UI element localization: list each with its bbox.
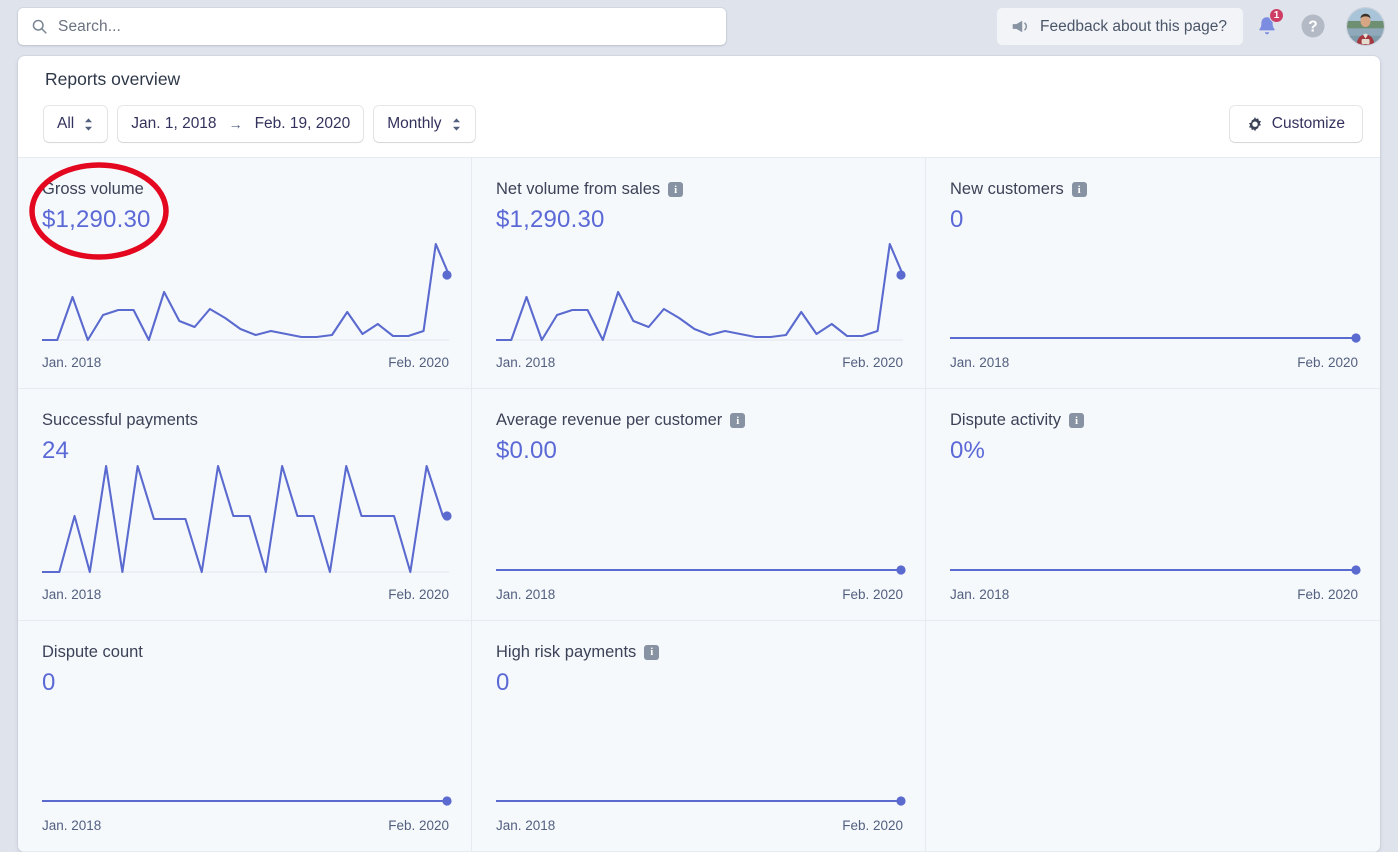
metric-card-high-risk-payments[interactable]: High risk payments i 0 Jan. 2018 Feb. 20… bbox=[472, 620, 926, 852]
date-range-picker[interactable]: Jan. 1, 2018 → Feb. 19, 2020 bbox=[118, 106, 364, 142]
sparkline-high-risk-payments bbox=[496, 685, 906, 806]
metric-header: High risk payments i bbox=[496, 643, 903, 662]
account-filter-select[interactable]: All bbox=[44, 106, 108, 142]
feedback-button[interactable]: Feedback about this page? bbox=[997, 8, 1243, 45]
feedback-label: Feedback about this page? bbox=[1040, 17, 1227, 35]
metric-label: High risk payments bbox=[496, 642, 637, 661]
axis-end-label: Feb. 2020 bbox=[388, 355, 449, 371]
interval-select[interactable]: Monthly bbox=[374, 106, 475, 142]
sparkline-gross-volume bbox=[42, 222, 452, 342]
sparkline-dispute-count bbox=[42, 685, 452, 806]
metric-label: New customers bbox=[950, 180, 1064, 198]
metric-header: Dispute count bbox=[42, 643, 449, 662]
megaphone-icon bbox=[1012, 20, 1027, 33]
date-range-end: Feb. 19, 2020 bbox=[254, 115, 351, 132]
gear-icon bbox=[1248, 117, 1261, 132]
sparkline-average-revenue-per-customer bbox=[496, 454, 906, 575]
search-icon bbox=[32, 19, 47, 34]
sparkline-axis: Jan. 2018 Feb. 2020 bbox=[950, 355, 1358, 370]
sparkline-successful-payments bbox=[42, 454, 452, 574]
metric-label: Average revenue per customer bbox=[496, 411, 723, 430]
axis-end-label: Feb. 2020 bbox=[1297, 586, 1358, 602]
metric-card-empty-slot bbox=[926, 620, 1380, 852]
date-range-start: Jan. 1, 2018 bbox=[131, 115, 217, 132]
metric-label: Dispute count bbox=[42, 642, 143, 661]
axis-end-label: Feb. 2020 bbox=[842, 355, 903, 371]
axis-end-label: Feb. 2020 bbox=[842, 817, 903, 833]
page-title: Reports overview bbox=[45, 69, 181, 89]
metric-card-dispute-count[interactable]: Dispute count 0 Jan. 2018 Feb. 2020 bbox=[18, 620, 472, 852]
axis-start-label: Jan. 2018 bbox=[42, 355, 102, 371]
sparkline-axis: Jan. 2018 Feb. 2020 bbox=[496, 355, 903, 370]
axis-start-label: Jan. 2018 bbox=[42, 817, 102, 833]
metric-label: Net volume from sales bbox=[496, 180, 661, 198]
notification-badge: 1 bbox=[1269, 8, 1284, 23]
metric-card-average-revenue-per-customer[interactable]: Average revenue per customer i $0.00 Jan… bbox=[472, 389, 926, 621]
sparkline-new-customers bbox=[950, 222, 1361, 343]
sparkline-dispute-activity bbox=[950, 454, 1361, 575]
metric-header: Gross volume bbox=[42, 180, 449, 199]
info-icon[interactable]: i bbox=[1068, 413, 1084, 429]
axis-end-label: Feb. 2020 bbox=[842, 586, 903, 602]
top-bar: Search... Feedback about this page? 1 ? bbox=[0, 0, 1398, 52]
info-icon[interactable]: i bbox=[730, 413, 746, 429]
axis-start-label: Jan. 2018 bbox=[496, 586, 556, 602]
sparkline-axis: Jan. 2018 Feb. 2020 bbox=[42, 587, 449, 602]
metric-card-successful-payments[interactable]: Successful payments 24 Jan. 2018 Feb. 20… bbox=[18, 389, 472, 621]
info-icon[interactable]: i bbox=[668, 182, 684, 197]
metric-card-new-customers[interactable]: New customers i 0 Jan. 2018 Feb. 2020 bbox=[926, 158, 1380, 390]
search-placeholder: Search... bbox=[58, 17, 121, 35]
info-icon[interactable]: i bbox=[644, 644, 660, 660]
axis-start-label: Jan. 2018 bbox=[42, 586, 102, 602]
chevron-updown-icon bbox=[85, 117, 93, 131]
sparkline-net-volume-from-sales bbox=[496, 222, 906, 342]
reports-panel: Reports overview All Jan. 1, 2018 → Feb.… bbox=[18, 56, 1380, 852]
axis-start-label: Jan. 2018 bbox=[496, 355, 556, 371]
account-filter-label: All bbox=[57, 115, 75, 132]
sparkline-axis: Jan. 2018 Feb. 2020 bbox=[950, 587, 1358, 602]
sparkline-axis: Jan. 2018 Feb. 2020 bbox=[42, 818, 449, 833]
filter-controls: All Jan. 1, 2018 → Feb. 19, 2020 Monthly bbox=[44, 106, 475, 142]
help-button[interactable]: ? bbox=[1294, 7, 1332, 45]
axis-end-label: Feb. 2020 bbox=[1297, 355, 1358, 371]
metric-header: Dispute activity i bbox=[950, 411, 1358, 430]
metric-label: Dispute activity bbox=[950, 411, 1061, 430]
metric-label: Gross volume bbox=[42, 180, 144, 198]
date-range-arrow-icon: → bbox=[228, 116, 243, 132]
sparkline-axis: Jan. 2018 Feb. 2020 bbox=[496, 818, 903, 833]
metric-header: New customers i bbox=[950, 180, 1358, 199]
metric-header: Net volume from sales i bbox=[496, 180, 903, 199]
axis-start-label: Jan. 2018 bbox=[496, 817, 556, 833]
axis-start-label: Jan. 2018 bbox=[950, 586, 1010, 602]
interval-label: Monthly bbox=[387, 115, 442, 132]
search-input[interactable]: Search... bbox=[18, 8, 726, 45]
info-icon[interactable]: i bbox=[1071, 182, 1087, 197]
metric-header: Successful payments bbox=[42, 411, 449, 430]
notifications-button[interactable]: 1 bbox=[1248, 7, 1286, 45]
sparkline-axis: Jan. 2018 Feb. 2020 bbox=[496, 587, 903, 602]
help-circle-icon: ? bbox=[1301, 14, 1325, 38]
customize-button[interactable]: Customize bbox=[1229, 106, 1362, 142]
metrics-grid: Gross volume $1,290.30 Jan. 2018 Feb. 20… bbox=[18, 157, 1380, 852]
axis-end-label: Feb. 2020 bbox=[388, 817, 449, 833]
axis-end-label: Feb. 2020 bbox=[388, 586, 449, 602]
metric-label: Successful payments bbox=[42, 411, 198, 430]
metric-card-dispute-activity[interactable]: Dispute activity i 0% Jan. 2018 Feb. 202… bbox=[926, 389, 1380, 621]
customize-label: Customize bbox=[1271, 115, 1345, 132]
svg-text:?: ? bbox=[1308, 19, 1317, 36]
metric-card-gross-volume[interactable]: Gross volume $1,290.30 Jan. 2018 Feb. 20… bbox=[18, 158, 472, 390]
axis-start-label: Jan. 2018 bbox=[950, 355, 1010, 371]
metric-header: Average revenue per customer i bbox=[496, 411, 903, 430]
avatar[interactable] bbox=[1347, 8, 1384, 45]
user-avatar bbox=[1347, 8, 1384, 45]
sparkline-axis: Jan. 2018 Feb. 2020 bbox=[42, 355, 449, 370]
chevron-updown-icon bbox=[452, 117, 460, 131]
metric-card-net-volume-from-sales[interactable]: Net volume from sales i $1,290.30 Jan. 2… bbox=[472, 158, 926, 390]
